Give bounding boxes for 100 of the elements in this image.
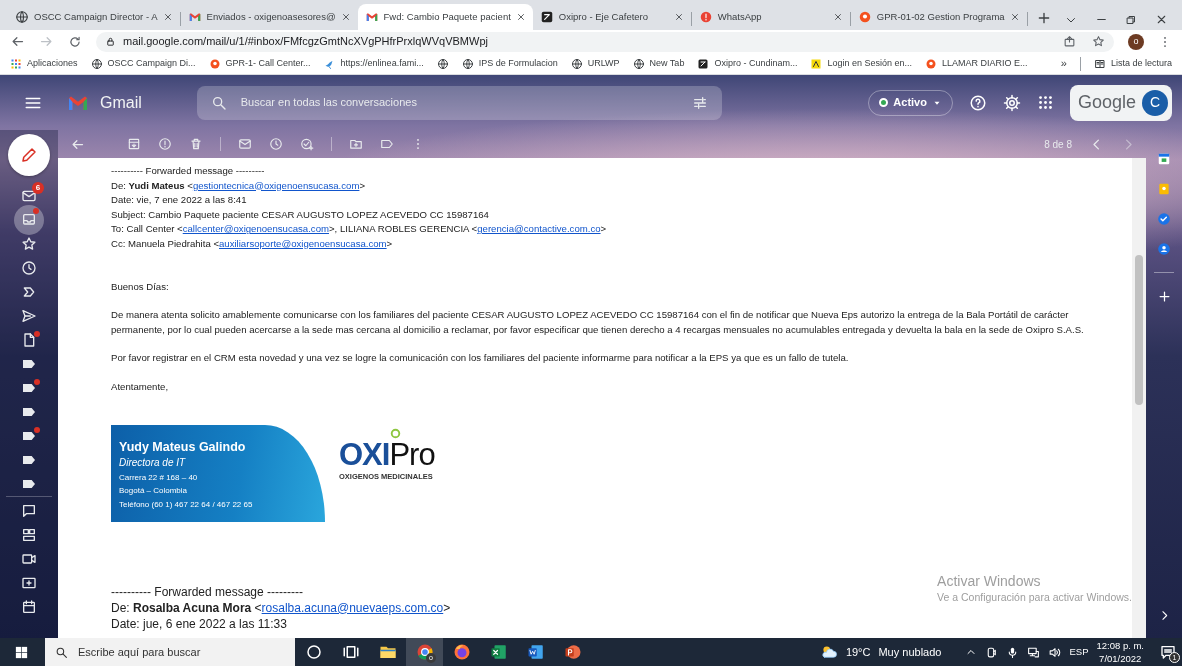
help-icon[interactable] [968,93,987,112]
email-link[interactable]: callcenter@oxigenoensucasa.com [182,223,329,235]
move-folder-icon[interactable] [349,137,363,151]
bookmark[interactable]: OSCC Campaign Di... [90,56,196,71]
bookmark[interactable]: LLAMAR DIARIO E... [925,56,1028,71]
forward-separator: ---------- Forwarded message --------- [111,583,303,600]
close-icon[interactable] [832,12,843,22]
greeting: Buenos Días: [111,279,170,294]
network-icon[interactable] [1027,645,1041,659]
scrollbar-thumb[interactable] [1135,255,1143,405]
bookmark[interactable]: Login en Sesión en... [810,56,912,71]
unread-count: 6 [32,182,44,194]
gmail-wordmark: Gmail [100,92,142,113]
nav-item[interactable]: 6 [13,184,45,208]
message-counter: 8 de 8 [1044,137,1072,152]
back-icon[interactable] [10,34,25,49]
body-paragraph: De manera atenta solicito amablemente comunicarse con los familiares del paciente CESAR AUGUSTO LOPEZ ACEVEDO CC 15987164 con el fin de notificar que Nueva Eps autorizo la entrega de la Bala Portátil de carácter permanente, por lo cual pueden acercarse a la sede mas cercana al domicilio a reclamar, por favor especificar que tienen derecho a 4 recargas mensuales no acumulables entregada y devuelta la bala en la sede de Oxipro S.A.S. [111,308,1085,337]
account-button[interactable]: Google C [1069,84,1172,121]
video-camera-icon [21,551,37,567]
browser-tab[interactable]: WhatsApp [691,4,850,30]
email-link[interactable]: auxiliarsoporte@oxigenoensucasa.com [219,237,387,249]
bookmark[interactable]: Aplicaciones [10,56,78,71]
header-line: To: Call Center <callcenter@oxigenoensucasa.com>, LILIANA ROBLES GERENCIA <gerencia@contactive.com.co> [111,222,607,237]
archive-icon[interactable] [127,137,141,151]
compose-button[interactable] [8,134,50,176]
header-line: De: Yudi Mateus <gestiontecnica@oxigenoensucasa.com> [111,178,366,193]
address-bar[interactable]: mail.google.com/mail/u/1/#inbox/FMfcgzGmtNcXVgPHfrPrxlqWVqVBMWpj [96,31,1114,52]
clock[interactable]: 12:08 p. m. 7/01/2022 [1096,639,1144,665]
nav-item[interactable] [14,205,44,235]
globe-icon [90,57,103,70]
profile-avatar[interactable]: o [1128,33,1144,50]
label-icon[interactable] [380,137,394,151]
add-icon[interactable] [1156,289,1172,304]
star-icon[interactable] [1092,35,1105,48]
person-icon[interactable] [1157,242,1171,256]
closing-text: Atentamente, [111,379,170,394]
start-icon[interactable] [14,644,29,660]
forward-separator: ---------- Forwarded message --------- [111,164,265,178]
browser-tab[interactable]: Fwd: Cambio Paquete pacient [357,4,533,30]
more-bookmarks[interactable]: » [1060,55,1067,72]
language[interactable]: ESP [1069,644,1089,660]
globe-icon [570,57,583,70]
bookmark[interactable]: Oxipro - Cundinam... [697,56,798,71]
globe-icon[interactable] [436,57,449,70]
checkmark-icon[interactable] [1157,212,1171,226]
url-text: mail.google.com/mail/u/1/#inbox/FMfcgzGmtNcXVgPHfrPrxlqWVqVBMWpj [123,34,488,50]
header-line: Subject: Cambio Paquete paciente CESAR AUGUSTO LOPEZ ACEVEDO CC 15987164 [111,207,489,222]
pin-icon [857,10,872,24]
browser-tab[interactable]: Oxipro - Eje Cafetero [532,4,691,30]
notification-icon[interactable] [1160,644,1176,660]
camera-icon[interactable] [985,645,999,659]
calendar-icon [21,599,37,615]
share-icon[interactable] [1063,35,1076,48]
bookmark[interactable]: GPR-1- Call Center... [208,56,311,71]
bookmark[interactable]: New Tab [632,56,685,71]
header-line: De: Rosalba Acuna Mora <rosalba.acuna@nuevaeps.com.co> [111,599,451,616]
filter-icon[interactable] [691,94,708,111]
spreadsheet-icon [489,643,508,661]
report-icon[interactable] [158,137,172,151]
signature-line: Bogotá – Colombia [119,485,189,498]
bookmark[interactable]: https://enlinea.fami... [323,56,424,71]
close-icon[interactable] [162,12,173,22]
email-link[interactable]: gestiontecnica@oxigenoensucasa.com [192,179,360,191]
calendar-icon[interactable] [1157,152,1171,166]
speaker-icon[interactable] [1048,645,1062,659]
email-link[interactable]: gerencia@contactive.com.co [477,223,601,235]
signature-role: Directora de IT [119,455,187,470]
browser-tab[interactable]: Enviados - oxigenoasesores@ [180,4,358,30]
clock-icon[interactable] [269,137,283,151]
star-icon [21,236,37,252]
reading-list[interactable]: Lista de lectura [1093,56,1172,71]
task-view-icon [341,643,360,661]
browser-tab[interactable]: OSCC Campaign Director - A [8,4,180,30]
email-link[interactable]: rosalba.acuna@nuevaeps.com.co [261,600,444,615]
add-task-icon[interactable] [300,137,314,151]
body-paragraph: Por favor registrar en el CRM esta novedad y una vez se logre la comunicación con los familiares del paciente informarme para notificar a la EPS ya que es un fallo de tutela. [111,351,850,366]
alert-circle-icon [698,10,713,24]
envelope-icon[interactable] [238,137,252,151]
taskbar-search[interactable]: Escribe aquí para buscar [45,638,295,666]
reload-icon[interactable] [68,34,82,49]
delete-icon[interactable] [189,137,203,151]
close-icon[interactable] [515,12,526,22]
plus-screen-icon [21,575,37,591]
dark-square-icon [539,10,554,24]
bookmark[interactable]: URLWP [570,56,620,71]
note-icon[interactable] [1157,182,1171,196]
browser-tab[interactable]: GPR-01-02 Gestion Programa [850,4,1027,30]
close-icon[interactable] [340,12,351,22]
pin-icon [925,57,937,70]
settings-icon[interactable] [1002,93,1021,112]
note-icon [810,57,823,70]
restore-icon[interactable] [1125,13,1137,26]
apps-icon[interactable] [1036,94,1054,111]
close-icon[interactable] [1009,12,1020,22]
signature-line: Teléfono (60 1) 467 22 64 / 467 22 65 [119,498,254,511]
header-line: Date: jue, 6 ene 2022 a las 11:33 [111,615,287,632]
pencil-icon [20,146,38,164]
bookmark[interactable]: IPS de Formulacion [461,56,558,71]
close-icon[interactable] [673,12,684,22]
grid-tiles-icon [21,527,37,543]
